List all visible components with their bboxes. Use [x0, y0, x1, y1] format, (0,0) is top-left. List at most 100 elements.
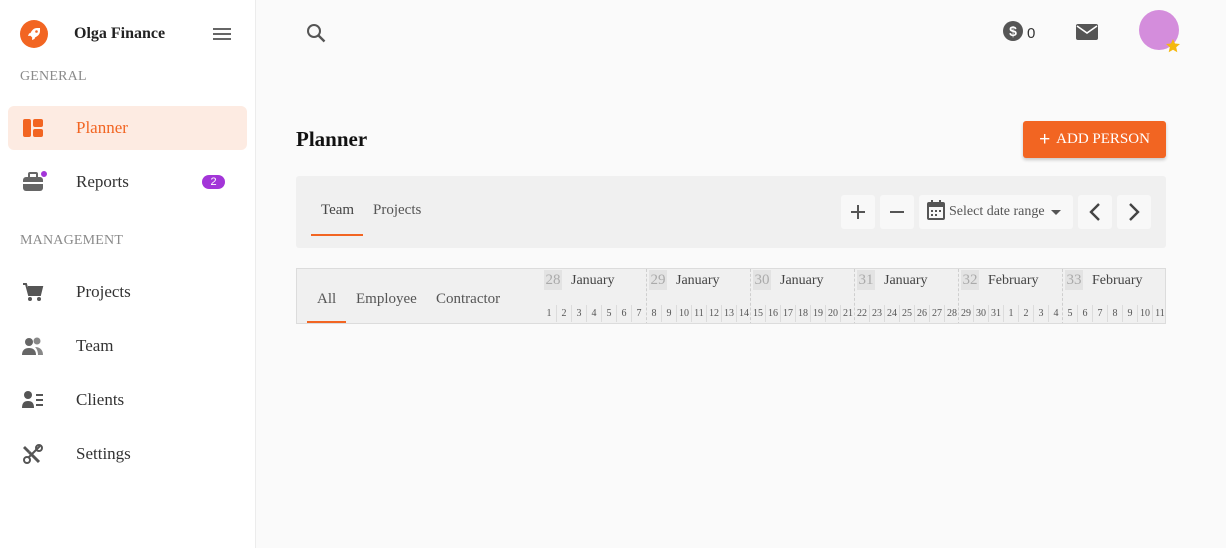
date-range-placeholder: Select date range: [949, 204, 1045, 219]
sidebar-item-planner[interactable]: Planner: [8, 106, 247, 150]
zoom-out-button[interactable]: [880, 195, 914, 229]
planner-icon: [22, 118, 44, 138]
calendar-icon: [927, 199, 945, 225]
brand: Olga Finance: [20, 19, 236, 49]
sidebar-item-label: Planner: [76, 118, 128, 137]
week-month: January: [676, 273, 720, 288]
day-cell: 1: [546, 308, 552, 319]
day-cell: 31: [988, 305, 1003, 322]
tools-icon: [22, 444, 44, 464]
week-column: 30 January 15 16 17 18 19 20 21: [750, 269, 855, 323]
day-cell: 10: [676, 305, 691, 322]
mail-icon[interactable]: [1076, 23, 1098, 41]
tab-projects[interactable]: Projects: [373, 202, 421, 219]
day-row: 29 30 31 1 2 3 4: [959, 305, 1063, 322]
brand-name: Olga Finance: [74, 25, 166, 42]
dollar-circle-icon: $: [1003, 21, 1023, 46]
sidebar-item-label: Projects: [76, 282, 131, 301]
day-cell: 2: [556, 305, 571, 322]
week-number: 28: [544, 270, 562, 290]
tab-team[interactable]: Team: [321, 202, 354, 219]
day-cell: 26: [914, 305, 929, 322]
sidebar-item-label: Settings: [76, 444, 131, 463]
credits-button[interactable]: $ 0: [1003, 21, 1035, 46]
week-column: 31 January 22 23 24 25 26 27 28: [854, 269, 959, 323]
day-cell: 16: [765, 305, 780, 322]
day-cell: 24: [884, 305, 899, 322]
day-cell: 11: [691, 305, 706, 322]
sidebar-item-label: Clients: [76, 390, 125, 409]
planner-toolbar: Team Projects Select date range: [296, 176, 1166, 248]
sidebar-item-reports[interactable]: Reports 2: [8, 160, 247, 204]
week-column: 32 February 29 30 31 1 2 3 4: [958, 269, 1063, 323]
day-cell: 27: [929, 305, 944, 322]
section-label-general: GENERAL: [20, 69, 87, 84]
day-cell: 14: [736, 305, 751, 322]
day-cell: 1: [1003, 305, 1018, 322]
sidebar-item-settings[interactable]: Settings: [8, 432, 247, 476]
day-cell: 11: [1152, 305, 1165, 322]
day-cell: 19: [810, 305, 825, 322]
filter-all[interactable]: All: [317, 291, 336, 308]
day-cell: 23: [869, 305, 884, 322]
people-icon: [22, 336, 44, 356]
day-cell: 21: [840, 305, 855, 322]
filter-employee[interactable]: Employee: [356, 291, 417, 308]
day-cell: 30: [973, 305, 988, 322]
plus-icon: +: [1039, 129, 1051, 150]
day-cell: 7: [1092, 305, 1107, 322]
sidebar-item-team[interactable]: Team: [8, 324, 247, 368]
day-cell: 4: [586, 305, 601, 322]
sidebar-item-label: Reports: [76, 172, 129, 191]
rocket-icon[interactable]: [20, 20, 48, 48]
day-cell: 2: [1018, 305, 1033, 322]
sidebar-item-label: Team: [76, 336, 114, 355]
week-number: 30: [753, 270, 771, 290]
sidebar-item-projects[interactable]: Projects: [8, 270, 247, 314]
cart-icon: [22, 282, 44, 302]
week-month: January: [571, 273, 615, 288]
contact-list-icon: [22, 390, 44, 410]
section-label-management: MANAGEMENT: [20, 233, 124, 248]
day-row: 1234567: [542, 305, 646, 322]
day-cell: 9: [1122, 305, 1137, 322]
day-cell: 5: [1067, 308, 1073, 319]
add-person-button[interactable]: + ADD PERSON: [1023, 121, 1166, 158]
sidebar: Olga Finance GENERAL Planner Reports 2 M…: [0, 0, 256, 548]
next-button[interactable]: [1117, 195, 1151, 229]
day-row: 5 6 7 8 9 10 11: [1063, 305, 1165, 322]
previous-button[interactable]: [1078, 195, 1112, 229]
day-cell: 25: [899, 305, 914, 322]
reports-badge: 2: [202, 175, 225, 189]
week-column: 33 February 5 6 7 8 9 10 11: [1062, 269, 1165, 323]
day-cell: 10: [1137, 305, 1152, 322]
credits-count: 0: [1027, 25, 1036, 42]
planner-grid-header: All Employee Contractor 28 January 1 2 3 4 5 6 7…: [296, 268, 1166, 324]
chevron-right-icon: [1129, 203, 1140, 221]
day-cell: 3: [571, 305, 586, 322]
search-icon[interactable]: [305, 22, 327, 44]
star-icon: [1165, 38, 1181, 54]
day-cell: 5: [601, 305, 616, 322]
day-cell: 8: [651, 308, 657, 319]
add-person-label: ADD PERSON: [1056, 131, 1150, 147]
hamburger-menu-icon[interactable]: [212, 26, 232, 42]
tab-active-indicator: [311, 234, 363, 236]
week-number: 29: [649, 270, 667, 290]
day-cell: 22: [857, 308, 867, 319]
week-number: 31: [857, 270, 875, 290]
date-range-select[interactable]: Select date range: [919, 195, 1073, 229]
filter-contractor[interactable]: Contractor: [436, 291, 500, 308]
week-columns: 28 January 1 2 3 4 5 6 7 29 January 8 9 10 11 12 13 14 30 J…: [542, 269, 1165, 323]
week-number: 33: [1065, 270, 1083, 290]
day-cell: 3: [1033, 305, 1048, 322]
day-cell: 4: [1048, 305, 1063, 322]
day-cell: 6: [616, 305, 631, 322]
day-row: 8 9 10 11 12 13 14: [647, 305, 751, 322]
sidebar-item-clients[interactable]: Clients: [8, 378, 247, 422]
svg-text:$: $: [1009, 23, 1017, 39]
page-title: Planner: [296, 127, 368, 151]
day-cell: 17: [780, 305, 795, 322]
zoom-in-button[interactable]: [841, 195, 875, 229]
day-cell: 28: [944, 305, 959, 322]
